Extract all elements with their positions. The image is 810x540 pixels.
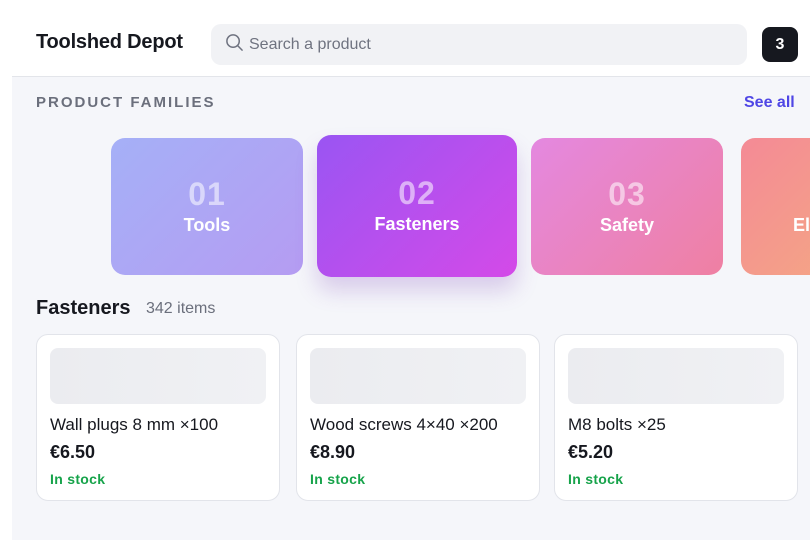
top-header: Toolshed Depot 3 <box>0 0 810 76</box>
cart-count-button[interactable]: 3 <box>762 27 798 62</box>
family-name: Fasteners <box>374 214 460 234</box>
product-image-placeholder <box>310 348 526 404</box>
app-page: Toolshed Depot 3 PRODUCT FAMILIES See al… <box>0 0 810 540</box>
see-all-link[interactable]: See all <box>744 94 795 112</box>
search-icon <box>225 33 244 57</box>
stock-status: In stock <box>310 471 366 487</box>
families-heading: PRODUCT FAMILIES <box>36 94 216 111</box>
stock-status: In stock <box>50 471 106 487</box>
product-card[interactable]: M8 bolts ×25 €5.20 In stock <box>554 334 798 501</box>
product-price: €6.50 <box>50 442 96 462</box>
product-title: Wood screws 4×40 ×200 <box>310 415 498 434</box>
search-bar[interactable] <box>211 24 747 65</box>
product-price: €5.20 <box>568 442 614 462</box>
product-image-placeholder <box>50 348 266 404</box>
family-card-safety[interactable]: 03 Safety <box>531 138 723 275</box>
family-card-tools[interactable]: 01 Tools <box>111 138 303 275</box>
family-name: Safety <box>599 215 655 235</box>
product-title: Wall plugs 8 mm ×100 <box>50 415 219 434</box>
product-card[interactable]: Wall plugs 8 mm ×100 €6.50 In stock <box>36 334 280 501</box>
search-input[interactable] <box>249 35 729 54</box>
brand-logo[interactable]: Toolshed Depot <box>36 31 183 54</box>
item-count: 342 items <box>146 300 216 317</box>
family-name: El <box>793 215 810 235</box>
family-card-fasteners[interactable]: 02 Fasteners <box>317 135 517 277</box>
family-number: 03 <box>608 176 646 212</box>
family-number <box>741 176 810 213</box>
product-title: M8 bolts ×25 <box>568 415 666 434</box>
product-price: €8.90 <box>310 442 356 462</box>
family-number: 01 <box>188 176 226 212</box>
product-card[interactable]: Wood screws 4×40 ×200 €8.90 In stock <box>296 334 540 501</box>
section-title: Fasteners <box>36 297 131 319</box>
family-card-partial[interactable]: El <box>741 138 810 275</box>
stock-status: In stock <box>568 471 624 487</box>
main-content: PRODUCT FAMILIES See all 01 Tools 02 Fas… <box>12 76 810 540</box>
family-name: Tools <box>183 215 231 235</box>
family-number: 02 <box>398 175 436 211</box>
product-image-placeholder <box>568 348 784 404</box>
